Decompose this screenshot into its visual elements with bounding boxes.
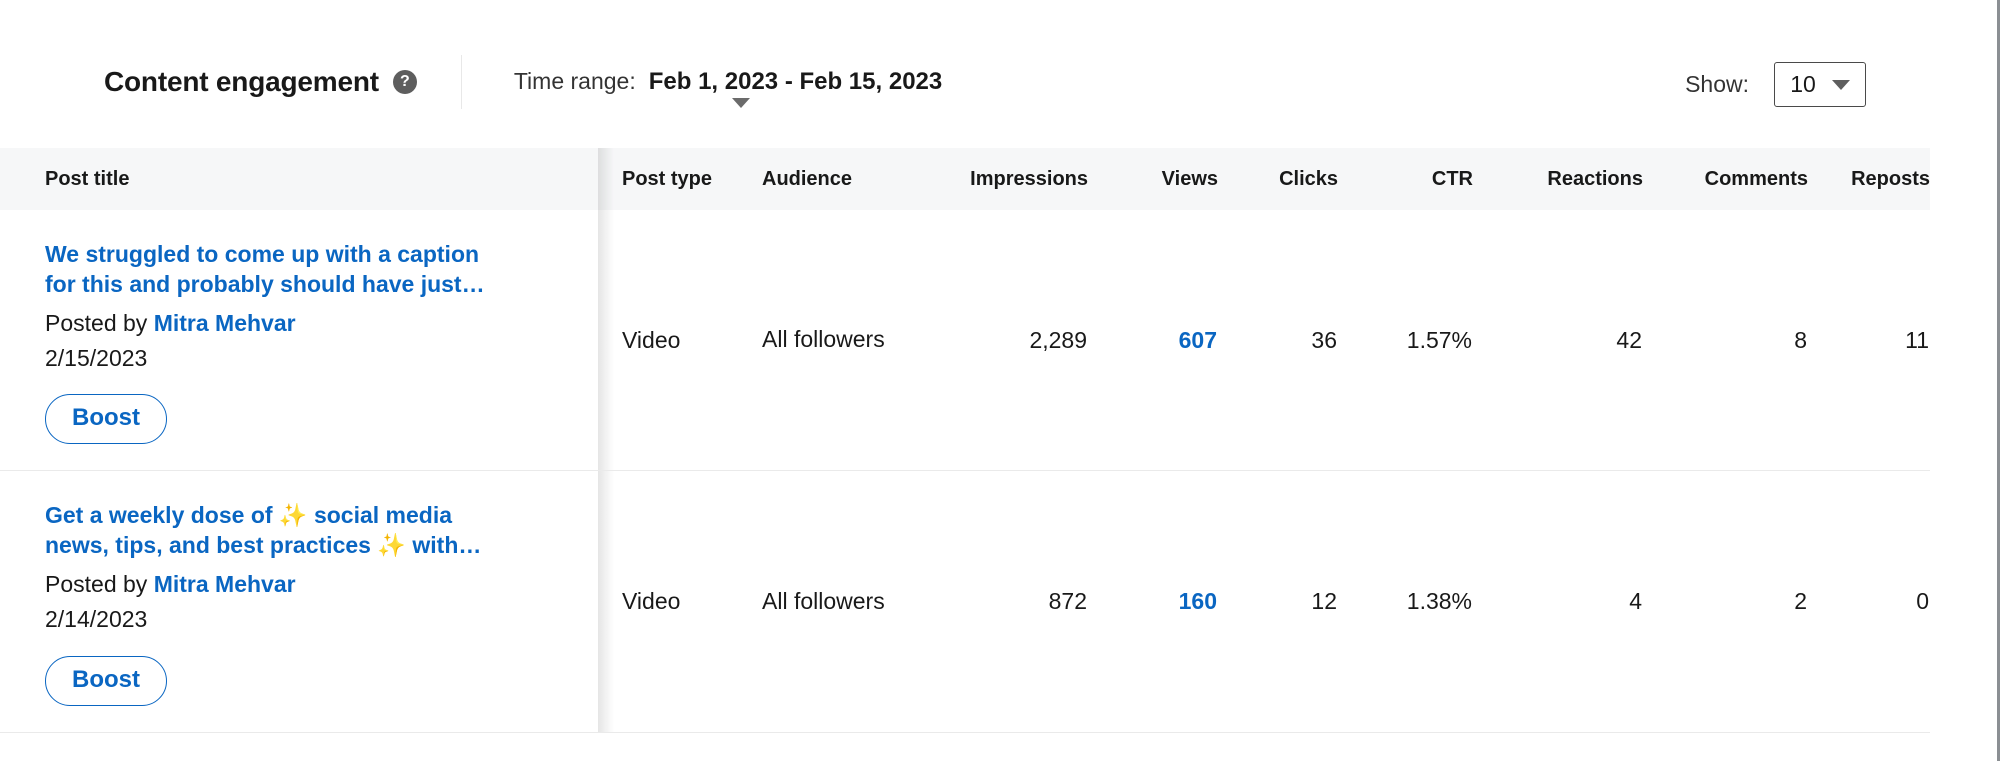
cell-views: 160 <box>1088 471 1218 732</box>
post-author-line: Posted by Mitra Mehvar <box>45 309 562 338</box>
post-date: 2/14/2023 <box>45 605 148 632</box>
chevron-down-icon <box>731 98 750 108</box>
cell-post-title: We struggled to come up with a caption f… <box>0 210 614 471</box>
show-count-value: 10 <box>1790 71 1816 97</box>
table-header-row: Post title Post type Audience Impression… <box>0 148 1930 210</box>
title-block: Content engagement ? <box>104 66 417 98</box>
column-header-post-title[interactable]: Post title <box>0 148 614 210</box>
content-engagement-panel: Content engagement ? Time range: Feb 1, … <box>0 0 2000 761</box>
post-author-link[interactable]: Mitra Mehvar <box>154 571 296 597</box>
post-title-link[interactable]: We struggled to come up with a caption f… <box>45 240 515 300</box>
cell-audience: All followers <box>762 587 885 614</box>
views-link[interactable]: 160 <box>1179 588 1217 614</box>
cell-comments: 2 <box>1794 587 1807 614</box>
show-count-select[interactable]: 10 <box>1774 62 1866 107</box>
column-header-ctr[interactable]: CTR <box>1338 148 1473 210</box>
column-header-comments[interactable]: Comments <box>1643 148 1808 210</box>
show-count-control: Show: 10 <box>1685 62 1866 107</box>
column-header-views[interactable]: Views <box>1088 148 1218 210</box>
page-title: Content engagement <box>104 66 379 97</box>
panel-header: Content engagement ? Time range: Feb 1, … <box>0 48 1930 116</box>
cell-reposts: 11 <box>1905 326 1929 353</box>
posted-by-label: Posted by <box>45 309 148 336</box>
post-title-link[interactable]: Get a weekly dose of ✨ social media news… <box>45 501 515 561</box>
cell-reactions: 4 <box>1629 587 1642 614</box>
cell-comments: 8 <box>1794 326 1807 353</box>
sparkles-icon: ✨ <box>377 532 406 559</box>
cell-ctr: 1.57% <box>1406 326 1472 353</box>
table-row: Get a weekly dose of ✨ social media news… <box>0 470 1930 733</box>
table-header: Post title Post type Audience Impression… <box>0 148 1930 210</box>
table-row: We struggled to come up with a caption f… <box>0 210 1930 471</box>
cell-ctr: 1.38% <box>1406 587 1472 614</box>
posted-by-label: Posted by <box>45 571 148 598</box>
column-header-reactions[interactable]: Reactions <box>1473 148 1643 210</box>
cell-views: 607 <box>1088 210 1218 471</box>
column-header-post-type[interactable]: Post type <box>598 148 738 210</box>
cell-audience: All followers <box>762 326 885 353</box>
time-range-value: Feb 1, 2023 - Feb 15, 2023 <box>648 68 943 95</box>
post-date: 2/15/2023 <box>45 344 148 371</box>
column-header-audience[interactable]: Audience <box>738 148 918 210</box>
cell-reposts: 0 <box>1916 587 1929 614</box>
cell-post-type: Video <box>622 587 681 614</box>
post-author-link[interactable]: Mitra Mehvar <box>154 310 296 336</box>
header-divider <box>460 55 462 109</box>
content-engagement-table-wrapper: Post title Post type Audience Impression… <box>0 148 1930 761</box>
post-author-line: Posted by Mitra Mehvar <box>45 570 562 599</box>
time-range-label: Time range: <box>513 68 636 94</box>
column-header-impressions[interactable]: Impressions <box>918 148 1088 210</box>
cell-impressions: 2,289 <box>1029 326 1087 353</box>
column-header-clicks[interactable]: Clicks <box>1218 148 1338 210</box>
views-link[interactable]: 607 <box>1179 327 1217 353</box>
cell-reactions: 42 <box>1616 326 1642 353</box>
time-range-selector[interactable]: Time range: Feb 1, 2023 - Feb 15, 2023 <box>513 68 943 108</box>
boost-button[interactable]: Boost <box>45 655 167 706</box>
cell-clicks: 36 <box>1311 326 1337 353</box>
column-header-reposts[interactable]: Reposts <box>1808 148 1930 210</box>
cell-impressions: 872 <box>1048 587 1087 614</box>
boost-button[interactable]: Boost <box>45 394 167 445</box>
question-mark-circle-icon[interactable]: ? <box>392 70 417 94</box>
show-label: Show: <box>1685 71 1749 97</box>
cell-post-title: Get a weekly dose of ✨ social media news… <box>0 470 614 733</box>
cell-clicks: 12 <box>1311 587 1337 614</box>
sparkles-icon: ✨ <box>278 502 308 529</box>
chevron-down-icon <box>1831 79 1850 90</box>
cell-post-type: Video <box>622 326 681 353</box>
table-body: We struggled to come up with a caption f… <box>0 210 1930 733</box>
content-engagement-table: Post title Post type Audience Impression… <box>0 148 1930 733</box>
